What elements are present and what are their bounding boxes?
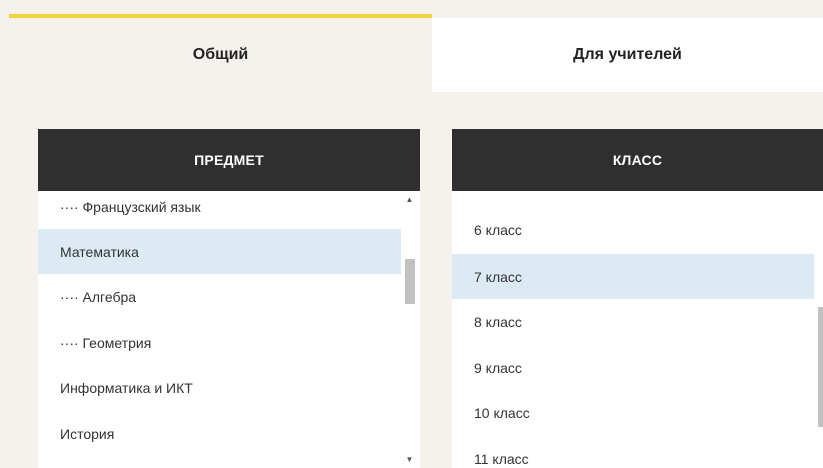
subject-item-french[interactable]: ···· Французский язык [38,191,401,229]
tab-general[interactable]: Общий [9,14,432,92]
class-item-10[interactable]: 10 класс [452,390,814,435]
class-panel: КЛАСС 6 класс 7 класс 8 класс 9 класс 10… [452,129,823,468]
subject-item-informatics[interactable]: Информатика и ИКТ [38,365,401,410]
class-item-9[interactable]: 9 класс [452,345,814,390]
subject-item-geometry[interactable]: ···· Геометрия [38,320,401,365]
tab-bar: Общий Для учителей [0,0,823,92]
subject-scroll-thumb[interactable] [405,259,415,304]
subject-item-mathematics[interactable]: Математика [38,229,401,274]
scroll-up-arrow-icon[interactable]: ▲ [401,191,418,208]
subject-list[interactable]: ···· Французский язык Математика ···· Ал… [38,191,420,468]
class-scrollbar[interactable] [815,191,823,468]
scroll-down-arrow-icon[interactable]: ▼ [401,451,418,468]
subject-scrollbar[interactable]: ▲ ▼ [401,191,418,468]
tab-for-teachers[interactable]: Для учителей [432,18,823,92]
class-item-7[interactable]: 7 класс [452,254,814,299]
class-scroll-thumb[interactable] [818,307,823,427]
class-list[interactable]: 6 класс 7 класс 8 класс 9 класс 10 класс… [452,191,823,468]
subject-item-history[interactable]: История [38,411,401,456]
subject-panel: ПРЕДМЕТ ···· Французский язык Математика… [38,129,420,468]
subject-header: ПРЕДМЕТ [38,129,420,191]
class-item-8[interactable]: 8 класс [452,299,814,344]
class-item-11[interactable]: 11 класс [452,436,814,468]
class-item-6[interactable]: 6 класс [452,207,814,252]
subject-item-algebra[interactable]: ···· Алгебра [38,274,401,319]
class-header: КЛАСС [452,129,823,191]
